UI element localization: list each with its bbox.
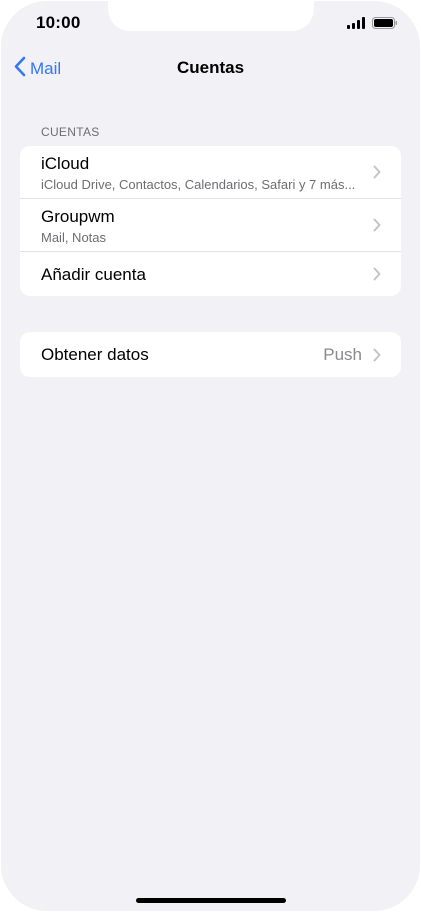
row-title: Añadir cuenta: [41, 265, 146, 284]
chevron-right-icon: [373, 165, 381, 184]
account-row-groupwm[interactable]: Groupwm Mail, Notas: [20, 199, 401, 252]
fetch-value: Push: [323, 345, 362, 364]
notch: [108, 1, 314, 31]
home-indicator[interactable]: [136, 898, 286, 903]
account-row-icloud[interactable]: iCloud iCloud Drive, Contactos, Calendar…: [20, 146, 401, 199]
chevron-right-icon: [373, 218, 381, 237]
chevron-right-icon: [373, 348, 381, 367]
row-subtitle: iCloud Drive, Contactos, Calendarios, Sa…: [41, 177, 356, 192]
section-header-accounts: CUENTAS: [41, 125, 100, 139]
status-time: 10:00: [36, 13, 81, 32]
row-title: iCloud: [41, 154, 90, 173]
chevron-right-icon: [373, 267, 381, 286]
page-title: Cuentas: [176, 58, 245, 77]
fetch-data-row[interactable]: Obtener datos Push: [20, 332, 401, 377]
status-icons: [347, 16, 398, 34]
row-title: Groupwm: [41, 207, 115, 226]
phone-screen: 10:00 Mail Cuentas CUENTAS iCloud iCloud…: [1, 1, 420, 911]
fetch-group: Obtener datos Push: [20, 332, 401, 377]
row-subtitle: Mail, Notas: [41, 230, 107, 245]
accounts-group: iCloud iCloud Drive, Contactos, Calendar…: [20, 146, 401, 296]
add-account-row[interactable]: Añadir cuenta: [20, 252, 401, 296]
battery-icon: [372, 16, 398, 34]
row-title: Obtener datos: [41, 345, 149, 364]
signal-icon: [347, 16, 366, 34]
